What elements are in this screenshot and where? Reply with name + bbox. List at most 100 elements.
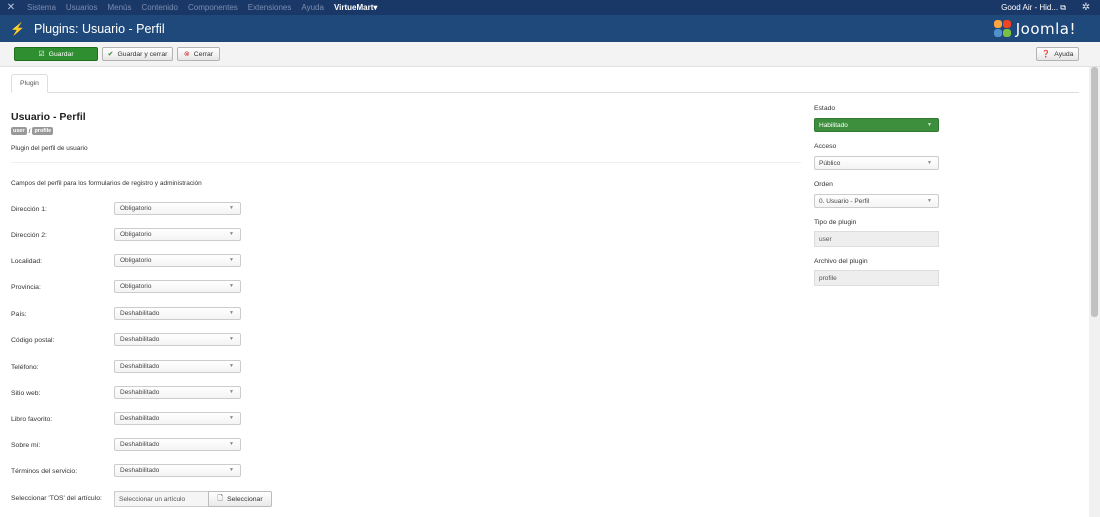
- select-sobre-mi[interactable]: Deshabilitado ▼: [114, 438, 241, 451]
- select-sitio-web[interactable]: Deshabilitado ▼: [114, 386, 241, 399]
- field-label-tos: Seleccionar 'TOS' del artículo:: [11, 495, 102, 502]
- caret-down-icon: ▾: [373, 3, 378, 12]
- field-label-localidad: Localidad:: [11, 258, 42, 265]
- menu-componentes[interactable]: Componentes: [183, 0, 243, 15]
- field-label-sitio-web: Sitio web:: [11, 390, 41, 397]
- plugin-title: Usuario - Perfil: [11, 111, 86, 123]
- tos-select-button[interactable]: 🗋 Seleccionar: [208, 491, 272, 507]
- plug-icon: ⚡: [10, 21, 25, 36]
- tab-plugin[interactable]: Plugin: [11, 74, 48, 93]
- field-label-direccion-2: Dirección 2:: [11, 232, 47, 239]
- toolbar: ☑ Guardar ✔ Guardar y cerrar ⊗ Cerrar ❓ …: [0, 42, 1100, 67]
- save-button[interactable]: ☑ Guardar: [14, 47, 98, 61]
- select-value: Obligatorio: [120, 231, 152, 238]
- save-close-button-label: Guardar y cerrar: [117, 50, 168, 58]
- chevron-down-icon: ▼: [927, 160, 932, 166]
- select-value: Obligatorio: [120, 283, 152, 290]
- menu-contenido[interactable]: Contenido: [137, 0, 183, 15]
- chevron-down-icon: ▼: [229, 231, 234, 237]
- tos-article-input[interactable]: Seleccionar un artículo: [114, 491, 209, 507]
- estado-value: Habilitado: [819, 121, 848, 129]
- plugin-description: Plugin del perfil de usuario: [11, 145, 88, 152]
- orden-select[interactable]: 0. Usuario - Perfil ▼: [814, 194, 939, 208]
- select-direccion-2[interactable]: Obligatorio ▼: [114, 228, 241, 241]
- select-value: Deshabilitado: [120, 415, 160, 422]
- acceso-select[interactable]: Público ▼: [814, 156, 939, 170]
- joomla-logo-text: Joomla!: [1015, 19, 1076, 38]
- select-direccion-1[interactable]: Obligatorio ▼: [114, 202, 241, 215]
- menu-usuarios[interactable]: Usuarios: [61, 0, 103, 15]
- select-pais[interactable]: Deshabilitado ▼: [114, 307, 241, 320]
- close-button[interactable]: ⊗ Cerrar: [177, 47, 220, 61]
- plugin-badges: user / profile: [11, 127, 54, 135]
- save-button-label: Guardar: [48, 50, 74, 58]
- badge-profile: profile: [32, 127, 54, 135]
- select-libro-favorito[interactable]: Deshabilitado ▼: [114, 412, 241, 425]
- help-button-label: Ayuda: [1054, 50, 1074, 58]
- tipo-plugin-field: user: [814, 231, 939, 247]
- menu-sistema[interactable]: Sistema: [22, 0, 61, 15]
- fields-subtitle: Campos del perfil para los formularios d…: [11, 180, 202, 187]
- select-terminos[interactable]: Deshabilitado ▼: [114, 464, 241, 477]
- tos-placeholder: Seleccionar un artículo: [119, 495, 186, 503]
- main-menu: Sistema Usuarios Menús Contenido Compone…: [22, 0, 382, 15]
- joomla-logo-icon: [993, 19, 1012, 38]
- joomla-logo: Joomla!: [993, 18, 1076, 39]
- select-localidad[interactable]: Obligatorio ▼: [114, 254, 241, 267]
- tipo-plugin-label: Tipo de plugin: [814, 219, 857, 226]
- top-navbar: ✕ Sistema Usuarios Menús Contenido Compo…: [0, 0, 1100, 15]
- select-value: Deshabilitado: [120, 310, 160, 317]
- select-value: Obligatorio: [120, 205, 152, 212]
- select-provincia[interactable]: Obligatorio ▼: [114, 280, 241, 293]
- badge-separator: /: [28, 127, 31, 135]
- save-icon: ☑: [38, 51, 45, 58]
- nav-right: Good Air - Hid... ⧉ ✲: [1001, 0, 1100, 15]
- menu-virtuemart[interactable]: VirtueMart▾: [329, 0, 382, 15]
- page-header: ⚡ Plugins: Usuario - Perfil Joomla!: [0, 15, 1100, 42]
- select-value: Deshabilitado: [120, 389, 160, 396]
- scrollbar[interactable]: [1089, 67, 1100, 517]
- chevron-down-icon: ▼: [229, 441, 234, 447]
- chevron-down-icon: ▼: [229, 310, 234, 316]
- chevron-down-icon: ▼: [927, 198, 932, 204]
- orden-value: 0. Usuario - Perfil: [819, 197, 870, 205]
- tab-bar: Plugin: [11, 74, 1079, 93]
- site-link[interactable]: Good Air - Hid... ⧉: [1001, 3, 1072, 13]
- acceso-value: Público: [819, 159, 841, 167]
- badge-user: user: [11, 127, 27, 135]
- select-value: Deshabilitado: [120, 336, 160, 343]
- select-codigo-postal[interactable]: Deshabilitado ▼: [114, 333, 241, 346]
- close-icon: ⊗: [183, 51, 190, 58]
- select-telefono[interactable]: Deshabilitado ▼: [114, 360, 241, 373]
- tos-select-button-label: Seleccionar: [227, 495, 263, 503]
- chevron-down-icon: ▼: [229, 389, 234, 395]
- field-label-direccion-1: Dirección 1:: [11, 206, 47, 213]
- menu-menus[interactable]: Menús: [102, 0, 136, 15]
- menu-virtuemart-label: VirtueMart: [333, 3, 374, 12]
- scrollbar-thumb[interactable]: [1091, 67, 1098, 317]
- estado-label: Estado: [814, 105, 836, 112]
- help-icon: ❓: [1041, 51, 1051, 58]
- joomla-menu-icon[interactable]: ✕: [0, 2, 22, 13]
- estado-select[interactable]: Habilitado ▼: [814, 118, 939, 132]
- select-value: Deshabilitado: [120, 467, 160, 474]
- chevron-down-icon: ▼: [229, 336, 234, 342]
- gear-icon[interactable]: ✲: [1072, 2, 1100, 13]
- page-header-title: Plugins: Usuario - Perfil: [34, 21, 165, 36]
- save-close-button[interactable]: ✔ Guardar y cerrar: [102, 47, 173, 61]
- chevron-down-icon: ▼: [229, 363, 234, 369]
- acceso-label: Acceso: [814, 143, 837, 150]
- chevron-down-icon: ▼: [229, 205, 234, 211]
- chevron-down-icon: ▼: [229, 415, 234, 421]
- close-button-label: Cerrar: [193, 50, 214, 58]
- chevron-down-icon: ▼: [229, 283, 234, 289]
- select-value: Obligatorio: [120, 257, 152, 264]
- menu-ayuda[interactable]: Ayuda: [296, 0, 329, 15]
- menu-extensiones[interactable]: Extensiones: [243, 0, 297, 15]
- chevron-down-icon: ▼: [229, 257, 234, 263]
- archivo-plugin-field: profile: [814, 270, 939, 286]
- external-link-icon: ⧉: [1060, 2, 1066, 12]
- file-icon: 🗋: [217, 494, 224, 502]
- field-label-codigo-postal: Código postal:: [11, 337, 55, 344]
- help-button[interactable]: ❓ Ayuda: [1036, 47, 1079, 61]
